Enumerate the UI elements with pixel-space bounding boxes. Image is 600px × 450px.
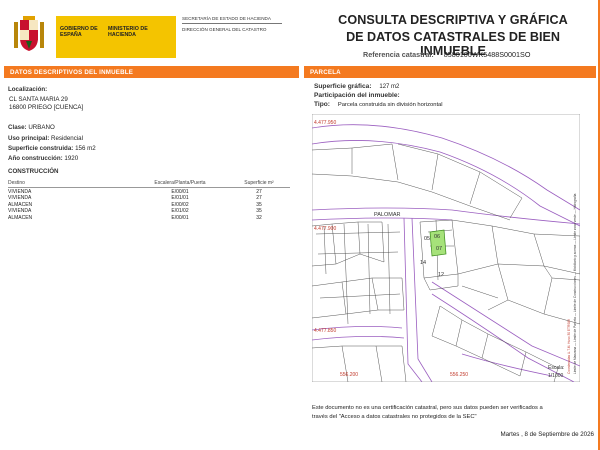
section-title-inmueble: DATOS DESCRIPTIVOS DEL INMUEBLE bbox=[4, 66, 299, 78]
tipo-value: Parcela construida sin división horizont… bbox=[337, 102, 443, 108]
address-line2: 16800 PRIEGO [CUENCA] bbox=[9, 104, 84, 111]
parcel-number: 05 bbox=[424, 236, 430, 242]
secretaria-block: SECRETARÍA DE ESTADO DE HACIENDA DIRECCI… bbox=[182, 16, 302, 33]
localizacion-block: Localización: CL SANTA MARIA 29 16800 PR… bbox=[8, 86, 83, 112]
participacion-field: Participación del inmueble: bbox=[314, 92, 400, 100]
reference-value: 8580106WK5488S0001SO bbox=[443, 50, 531, 59]
header-logo-block: GOBIERNO DE ESPAÑA MINISTERIO DE HACIEND… bbox=[8, 12, 308, 62]
superficie-field: Superficie construida: 156 m2 bbox=[8, 145, 96, 153]
uso-label: Uso principal: bbox=[8, 135, 50, 142]
map-coordinate: 4.477.900 bbox=[314, 226, 336, 232]
column-header: Escalera/Planta/Puerta bbox=[154, 180, 206, 186]
construccion-title: CONSTRUCCIÓN bbox=[8, 168, 59, 175]
disclaimer-line1: Este documento no es una certificación c… bbox=[312, 405, 543, 411]
document-date: Martes , 8 de Septiembre de 2026 bbox=[500, 431, 594, 438]
scale-label: Escala: bbox=[548, 365, 564, 371]
table-cell: 32 bbox=[256, 214, 262, 221]
column-header: Superficie m² bbox=[244, 180, 274, 186]
map-coordinate: 4.477.850 bbox=[314, 328, 336, 334]
anio-value: 1920 bbox=[64, 155, 79, 162]
section-title-parcela: PARCELA bbox=[304, 66, 596, 78]
table-header: Destino Escalera/Planta/Puerta Superfici… bbox=[8, 180, 290, 187]
street-name: PALOMAR bbox=[374, 212, 401, 218]
construccion-table: Destino Escalera/Planta/Puerta Superfici… bbox=[8, 180, 290, 221]
disclaimer: Este documento no es una certificación c… bbox=[312, 404, 597, 422]
scale-value: 1/1000 bbox=[548, 373, 564, 379]
superficie-label: Superficie construida: bbox=[8, 145, 74, 152]
map-legend: Límite de Manzana — Límite de Parcela — … bbox=[573, 193, 577, 374]
anio-label: Año construcción: bbox=[8, 155, 63, 162]
superficie-grafica-field: Superficie gráfica: 127 m2 bbox=[314, 83, 399, 91]
map-coordinate: 556.250 bbox=[450, 372, 468, 378]
uso-value: Residencial bbox=[51, 135, 83, 142]
coat-of-arms-icon bbox=[14, 16, 44, 51]
superficie-value: 156 m2 bbox=[75, 145, 96, 152]
parcel-number: 14 bbox=[420, 260, 426, 266]
cadastral-map: 4.477.950 4.477.900 4.477.850 556.200 55… bbox=[312, 114, 580, 382]
clase-label: Clase: bbox=[8, 124, 27, 131]
map-coordinate: 556.200 bbox=[340, 372, 358, 378]
parcel-number: 07 bbox=[436, 246, 442, 252]
ministerio-text: MINISTERIO DE HACIENDA bbox=[108, 26, 148, 38]
parcel-number: 12 bbox=[438, 272, 444, 278]
superficie-grafica-label: Superficie gráfica: bbox=[314, 83, 372, 90]
table-cell: ALMACEN bbox=[8, 214, 33, 221]
map-coordinate: 4.477.950 bbox=[314, 120, 336, 126]
document-title-line1: CONSULTA DESCRIPTIVA Y GRÁFICA bbox=[338, 13, 568, 27]
cadastral-reference: Referencia catastral: 8580106WK5488S0001… bbox=[363, 50, 530, 59]
clase-field: Clase: URBANO bbox=[8, 124, 55, 132]
gobierno-text: GOBIERNO DE ESPAÑA bbox=[60, 26, 98, 38]
clase-value: URBANO bbox=[28, 124, 55, 131]
participacion-label: Participación del inmueble: bbox=[314, 92, 400, 99]
direccion-text: DIRECCIÓN GENERAL DEL CATASTRO bbox=[182, 27, 267, 33]
address-line1: CL SANTA MARIA 29 bbox=[9, 96, 68, 103]
parcel-number: 06 bbox=[434, 234, 440, 240]
localizacion-label: Localización: bbox=[8, 86, 48, 93]
disclaimer-line2: través del "Acceso a datos catastrales n… bbox=[312, 414, 477, 420]
tipo-field: Tipo: Parcela construida sin división ho… bbox=[314, 101, 443, 109]
superficie-grafica-value: 127 m2 bbox=[379, 84, 400, 90]
secretaria-text: SECRETARÍA DE ESTADO DE HACIENDA bbox=[182, 16, 271, 21]
table-cell: E/00/01 bbox=[171, 214, 189, 221]
uso-field: Uso principal: Residencial bbox=[8, 135, 83, 143]
column-header: Destino bbox=[8, 180, 25, 186]
anio-field: Año construcción: 1920 bbox=[8, 155, 78, 163]
tipo-label: Tipo: bbox=[314, 101, 330, 108]
map-projection-note: Coordenadas U.T.M. Huso 30 ETRS89 bbox=[567, 319, 571, 374]
table-row: ALMACEN E/00/01 32 bbox=[8, 215, 290, 222]
reference-label: Referencia catastral: bbox=[363, 50, 434, 59]
